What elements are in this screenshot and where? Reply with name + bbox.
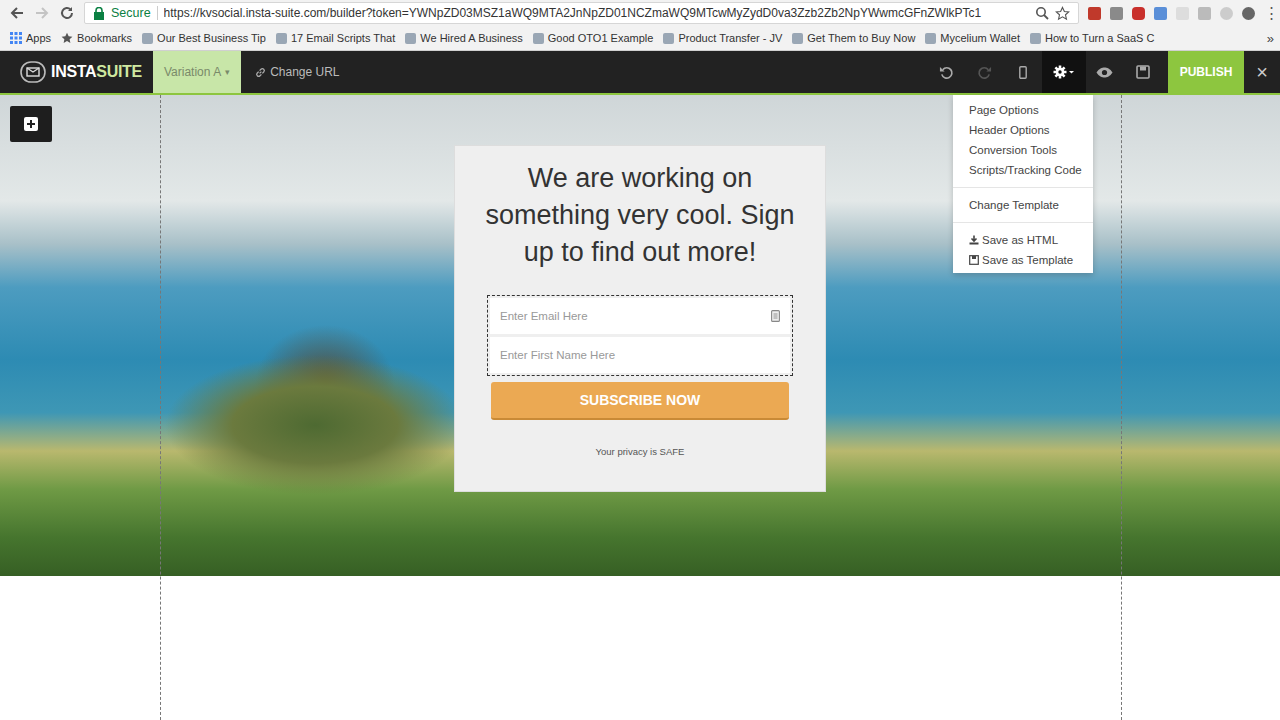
redo-button[interactable] <box>966 51 1004 93</box>
plus-icon <box>23 116 39 132</box>
save-icon <box>1136 65 1150 79</box>
bookmark[interactable]: How to Turn a SaaS C <box>1030 32 1154 44</box>
favicon-icon <box>533 33 544 44</box>
page-canvas: We are working on something very cool. S… <box>0 95 1280 720</box>
contact-card-icon <box>771 310 780 322</box>
preview-button[interactable] <box>1086 51 1124 93</box>
bookmark[interactable]: Product Transfer - JV <box>663 32 782 44</box>
privacy-note: Your privacy is SAFE <box>596 446 685 457</box>
guide-line <box>1121 95 1122 720</box>
text-field[interactable]: Enter Email Here <box>490 298 790 334</box>
close-button[interactable]: × <box>1244 51 1280 93</box>
undo-icon <box>939 65 954 80</box>
download-icon <box>969 235 979 245</box>
form-fields: Enter Email HereEnter First Name Here <box>487 295 793 376</box>
extension-icon[interactable] <box>1154 7 1167 20</box>
add-element-button[interactable] <box>10 106 52 142</box>
empty-section <box>0 576 1280 720</box>
menu-item[interactable]: Change Template <box>953 195 1093 215</box>
menu-divider <box>953 222 1093 223</box>
mobile-button[interactable] <box>1004 51 1042 93</box>
publish-button[interactable]: PUBLISH <box>1168 51 1245 93</box>
settings-menu: Page OptionsHeader OptionsConversion Too… <box>953 95 1093 273</box>
favicon-icon <box>1030 33 1041 44</box>
browser-window: Secure https://kvsocial.insta-suite.com/b… <box>0 0 1280 720</box>
envelope-icon <box>20 61 46 83</box>
menu-item[interactable]: Conversion Tools <box>953 140 1093 160</box>
menu-item[interactable]: Header Options <box>953 120 1093 140</box>
eye-icon <box>1096 67 1113 78</box>
bookmark[interactable]: 17 Email Scripts That <box>276 32 395 44</box>
bookmark[interactable]: Apps <box>10 32 51 44</box>
bookmark[interactable]: Get Them to Buy Now <box>792 32 915 44</box>
card-heading[interactable]: We are working on something very cool. S… <box>485 160 795 271</box>
extension-icon[interactable] <box>1110 7 1123 20</box>
gear-icon <box>1053 65 1075 79</box>
favicon-icon <box>276 33 287 44</box>
menu-divider <box>953 187 1093 188</box>
menu-item[interactable]: Save as Template <box>953 250 1093 270</box>
extension-icon[interactable] <box>1220 7 1233 20</box>
secure-label: Secure <box>111 6 151 20</box>
favicon-icon <box>663 33 674 44</box>
favicon-icon <box>142 33 153 44</box>
address-bar: Secure https://kvsocial.insta-suite.com/b… <box>0 0 1280 26</box>
menu-item[interactable]: Page Options <box>953 100 1093 120</box>
bookmark[interactable]: Mycelium Wallet <box>925 32 1020 44</box>
favicon-icon <box>405 33 416 44</box>
lock-icon <box>93 7 105 20</box>
extensions: ⋮ <box>1088 4 1274 22</box>
mobile-icon <box>1019 66 1027 79</box>
star-icon <box>61 32 73 44</box>
bookmark[interactable]: Good OTO1 Example <box>533 32 654 44</box>
text-field[interactable]: Enter First Name Here <box>490 337 790 373</box>
extension-icon[interactable] <box>1198 7 1211 20</box>
change-url-button[interactable]: Change URL <box>241 51 353 93</box>
favicon-icon <box>792 33 803 44</box>
bookmarks-bar: Apps Bookmarks Our Best Business Tip 17 Ema… <box>0 26 1280 51</box>
link-icon <box>255 67 266 78</box>
extension-icon[interactable] <box>1132 7 1145 20</box>
variation-dropdown[interactable]: Variation A▾ <box>153 51 241 93</box>
floppy-icon <box>969 255 979 265</box>
url-text[interactable]: https://kvsocial.insta-suite.com/builder… <box>164 6 1029 20</box>
subscribe-button[interactable]: SUBSCRIBE NOW <box>491 382 789 420</box>
extension-icon[interactable] <box>1242 7 1255 20</box>
favicon-icon <box>925 33 936 44</box>
undo-button[interactable] <box>928 51 966 93</box>
forward-icon[interactable] <box>34 5 50 21</box>
bookmark[interactable]: Our Best Business Tip <box>142 32 266 44</box>
guide-line <box>160 95 161 720</box>
redo-icon <box>977 65 992 80</box>
builder-header: INSTASUITEVariation A▾Change URL PUBLISH× <box>0 51 1280 95</box>
settings-button[interactable] <box>1042 51 1086 93</box>
apps-icon <box>10 32 22 44</box>
back-icon[interactable] <box>9 5 25 21</box>
omnibox[interactable]: Secure https://kvsocial.insta-suite.com/b… <box>84 2 1079 24</box>
bookmark[interactable]: Bookmarks <box>61 32 132 44</box>
menu-item[interactable]: Scripts/Tracking Code <box>953 160 1093 180</box>
save-button[interactable] <box>1124 51 1162 93</box>
extension-icon[interactable] <box>1088 7 1101 20</box>
more-bookmarks[interactable]: » <box>1261 31 1274 46</box>
extension-icon[interactable] <box>1176 7 1189 20</box>
reload-icon[interactable] <box>59 5 75 21</box>
bookmark[interactable]: We Hired A Business <box>405 32 523 44</box>
logo[interactable]: INSTASUITE <box>0 51 153 93</box>
browser-menu[interactable]: ⋮ <box>1264 4 1274 22</box>
zoom-icon[interactable] <box>1035 6 1049 20</box>
star-icon[interactable] <box>1055 6 1070 21</box>
menu-item[interactable]: Save as HTML <box>953 230 1093 250</box>
optin-card[interactable]: We are working on something very cool. S… <box>454 145 826 492</box>
